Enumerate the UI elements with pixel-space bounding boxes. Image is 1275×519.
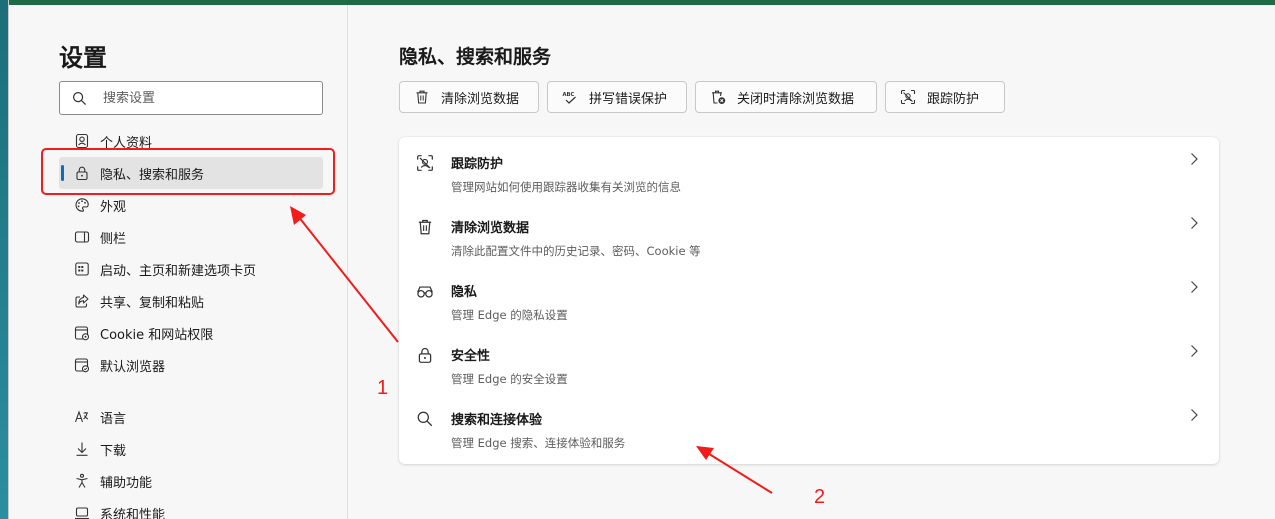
row-privacy[interactable]: 隐私 管理 Edge 的隐私设置 xyxy=(399,265,1219,329)
sidebar-item-label: 默认浏览器 xyxy=(100,359,166,375)
trash-icon xyxy=(416,90,428,104)
row-clear-browsing-data[interactable]: 清除浏览数据 清除此配置文件中的历史记录、密码、Cookie 等 xyxy=(399,201,1219,265)
profile-icon xyxy=(75,133,88,149)
sidebar-item-label: 启动、主页和新建选项卡页 xyxy=(100,263,257,279)
search-settings-input[interactable] xyxy=(103,90,303,106)
chevron-right-icon xyxy=(1191,409,1198,421)
cookie-icon xyxy=(74,326,89,341)
sidebar-icon xyxy=(74,231,89,243)
tracking-icon xyxy=(417,155,433,171)
row-title: 清除浏览数据 xyxy=(451,221,530,236)
sidebar-item-label: 辅助功能 xyxy=(100,475,153,491)
search-icon xyxy=(72,91,87,105)
chevron-right-icon xyxy=(1191,281,1198,293)
sidebar-item-label: 语言 xyxy=(100,411,127,427)
browser-icon xyxy=(74,358,89,373)
home-grid-icon xyxy=(74,262,89,276)
window-left-border xyxy=(0,0,9,519)
accessibility-icon xyxy=(75,473,88,488)
row-description: 管理 Edge 的安全设置 xyxy=(451,372,568,386)
search-settings-box[interactable] xyxy=(59,81,323,115)
sidebar-item-label: 侧栏 xyxy=(100,231,127,247)
sidebar-item-language[interactable]: 语言 xyxy=(59,401,323,433)
quick-clear-on-close-button[interactable]: 关闭时清除浏览数据 xyxy=(695,81,877,113)
quick-typo-protection-button[interactable]: ABC 拼写错误保护 xyxy=(547,81,687,113)
quick-button-label: 跟踪防护 xyxy=(927,91,980,107)
chevron-right-icon xyxy=(1191,217,1198,229)
lock-icon xyxy=(418,347,432,363)
trash-clock-icon xyxy=(712,90,726,104)
tracking-icon xyxy=(900,89,916,105)
chevron-right-icon xyxy=(1191,345,1198,357)
sidebar-item-label: 系统和性能 xyxy=(100,507,166,519)
quick-button-label: 拼写错误保护 xyxy=(589,91,668,107)
privacy-settings-card: 跟踪防护 管理网站如何使用跟踪器收集有关浏览的信息 清除浏览数据 清除此配置文件… xyxy=(399,137,1219,464)
page-title: 隐私、搜索和服务 xyxy=(399,46,552,68)
annotation-label-2: 2 xyxy=(814,486,826,508)
download-icon xyxy=(76,442,87,456)
language-icon xyxy=(74,410,88,423)
row-title: 安全性 xyxy=(451,349,491,364)
share-icon xyxy=(74,294,89,308)
quick-button-label: 关闭时清除浏览数据 xyxy=(737,91,855,107)
sidebar-item-sidebar[interactable]: 侧栏 xyxy=(59,221,323,253)
sidebar-item-label: 外观 xyxy=(100,199,127,215)
trash-icon xyxy=(418,219,432,235)
row-security[interactable]: 安全性 管理 Edge 的安全设置 xyxy=(399,329,1219,393)
chevron-right-icon xyxy=(1191,153,1198,165)
row-description: 管理网站如何使用跟踪器收集有关浏览的信息 xyxy=(451,180,681,194)
row-description: 管理 Edge 搜索、连接体验和服务 xyxy=(451,436,626,450)
row-title: 搜索和连接体验 xyxy=(451,413,543,428)
sidebar-item-default-browser[interactable]: 默认浏览器 xyxy=(59,349,323,381)
sidebar-item-startup[interactable]: 启动、主页和新建选项卡页 xyxy=(59,253,323,285)
sidebar-item-share[interactable]: 共享、复制和粘贴 xyxy=(59,285,323,317)
annotation-highlight-box xyxy=(41,148,335,195)
row-search-and-connected-experiences[interactable]: 搜索和连接体验 管理 Edge 搜索、连接体验和服务 xyxy=(399,393,1219,457)
sidebar-item-cookies[interactable]: Cookie 和网站权限 xyxy=(59,317,323,349)
sidebar-item-label: 共享、复制和粘贴 xyxy=(100,295,205,311)
row-description: 清除此配置文件中的历史记录、密码、Cookie 等 xyxy=(451,244,701,258)
row-title: 跟踪防护 xyxy=(451,157,504,172)
palette-icon xyxy=(75,198,89,212)
quick-tracking-prevention-button[interactable]: 跟踪防护 xyxy=(885,81,1005,113)
search-icon xyxy=(417,411,433,427)
quick-clear-data-button[interactable]: 清除浏览数据 xyxy=(399,81,539,113)
svg-text:ABC: ABC xyxy=(563,92,575,98)
settings-sidebar: 设置 个人资料 隐私、搜索和服务 外观 侧栏 启动、主页和新建选项卡页 共享、复… xyxy=(9,5,348,519)
sidebar-item-label: 下载 xyxy=(100,443,127,459)
settings-title: 设置 xyxy=(59,44,107,72)
laptop-icon xyxy=(74,507,89,519)
row-title: 隐私 xyxy=(451,285,478,300)
row-tracking-prevention[interactable]: 跟踪防护 管理网站如何使用跟踪器收集有关浏览的信息 xyxy=(399,137,1219,201)
row-description: 管理 Edge 的隐私设置 xyxy=(451,308,568,322)
sidebar-item-label: Cookie 和网站权限 xyxy=(100,327,214,343)
sidebar-item-downloads[interactable]: 下载 xyxy=(59,433,323,465)
quick-button-label: 清除浏览数据 xyxy=(441,91,520,107)
sidebar-item-system[interactable]: 系统和性能 xyxy=(59,497,323,519)
spellcheck-icon: ABC xyxy=(563,92,576,104)
annotation-label-1: 1 xyxy=(377,377,389,399)
glasses-icon xyxy=(417,286,433,298)
sidebar-item-accessibility[interactable]: 辅助功能 xyxy=(59,465,323,497)
